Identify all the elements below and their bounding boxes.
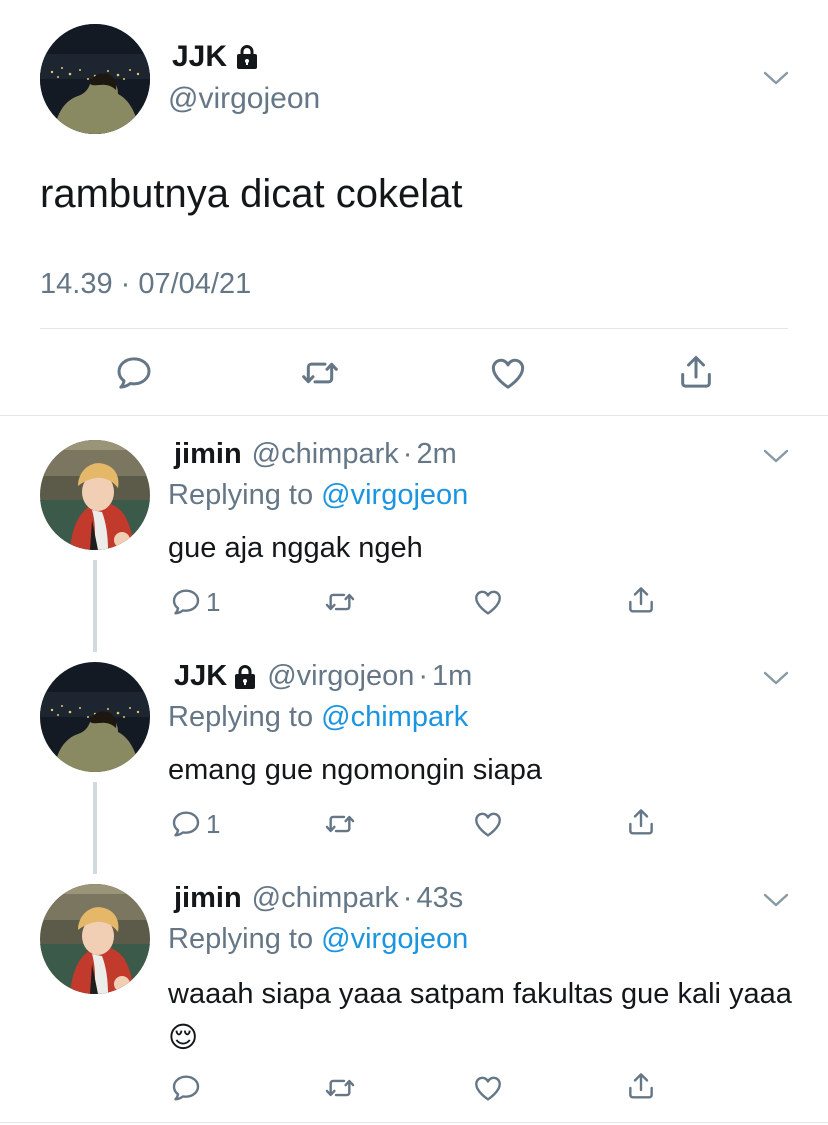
reply-button[interactable] xyxy=(170,1072,202,1104)
share-button[interactable] xyxy=(625,806,657,838)
thread-line xyxy=(93,560,97,652)
share-icon xyxy=(625,806,657,838)
retweet-button[interactable] xyxy=(300,353,340,393)
separator-dot: · xyxy=(418,660,428,692)
avatar[interactable] xyxy=(40,662,150,772)
author-name-text: JJK xyxy=(172,40,228,73)
author-name-text: JJK xyxy=(174,660,228,692)
reply-count: 1 xyxy=(206,808,221,839)
like-icon xyxy=(472,808,504,840)
lock-icon xyxy=(233,664,257,690)
replying-to-link[interactable]: @virgojeon xyxy=(321,923,468,955)
share-icon xyxy=(625,584,657,616)
like-button[interactable] xyxy=(472,808,504,840)
author-name[interactable]: jimin xyxy=(174,882,242,915)
chevron-down-icon[interactable] xyxy=(762,446,790,466)
replying-to-prefix: Replying to xyxy=(168,923,314,955)
author-handle[interactable]: @virgojeon xyxy=(267,660,414,693)
avatar-image xyxy=(40,662,150,772)
author-handle[interactable]: @virgojeon xyxy=(168,82,320,116)
tweet-timestamp[interactable]: 14.39 · 07/04/21 xyxy=(40,268,251,301)
tweet-text: rambutnya dicat cokelat xyxy=(40,172,463,216)
reply-button[interactable]: 1 xyxy=(170,586,220,618)
share-icon xyxy=(625,1070,657,1102)
author-handle[interactable]: @chimpark xyxy=(252,882,399,915)
author-handle[interactable]: @chimpark xyxy=(252,438,399,471)
reply-button[interactable]: 1 xyxy=(170,808,220,840)
thread-line xyxy=(93,782,97,874)
retweet-icon xyxy=(324,586,356,618)
share-icon xyxy=(676,352,716,392)
reply-header: jimin @chimpark · 43s xyxy=(174,882,463,915)
reply-text: waaah siapa yaaa satpam fakultas gue kal… xyxy=(168,972,798,1060)
share-button[interactable] xyxy=(625,584,657,616)
divider xyxy=(0,1122,828,1123)
avatar[interactable] xyxy=(40,884,150,994)
like-icon xyxy=(488,353,528,393)
avatar-image xyxy=(40,24,150,134)
reply-text: emang gue ngomongin siapa xyxy=(168,754,543,786)
reply-icon xyxy=(170,808,202,840)
like-button[interactable] xyxy=(488,353,528,393)
like-button[interactable] xyxy=(472,586,504,618)
chevron-down-icon[interactable] xyxy=(762,68,790,88)
separator-dot: · xyxy=(402,882,413,914)
replying-to: Replying to @virgojeon xyxy=(168,923,468,956)
like-icon xyxy=(472,1072,504,1104)
like-button[interactable] xyxy=(472,1072,504,1104)
reply-time[interactable]: 2m xyxy=(416,438,456,471)
retweet-button[interactable] xyxy=(324,1072,356,1104)
reply-time[interactable]: 43s xyxy=(416,882,463,915)
chevron-down-icon[interactable] xyxy=(762,668,790,688)
share-button[interactable] xyxy=(625,1070,657,1102)
avatar-image xyxy=(40,440,150,550)
reply-icon xyxy=(114,353,154,393)
reply-count: 1 xyxy=(206,586,221,617)
lock-icon xyxy=(235,44,259,70)
like-icon xyxy=(472,586,504,618)
separator-dot: · xyxy=(402,438,413,470)
avatar-image xyxy=(40,884,150,994)
avatar[interactable] xyxy=(40,24,150,134)
divider xyxy=(0,415,828,416)
reply-time[interactable]: 1m xyxy=(432,660,472,693)
reply-icon xyxy=(170,1072,202,1104)
reply-header: jimin @chimpark · 2m xyxy=(174,438,457,471)
share-button[interactable] xyxy=(676,352,716,392)
retweet-icon xyxy=(324,1072,356,1104)
replying-to-prefix: Replying to xyxy=(168,479,314,511)
replying-to: Replying to @virgojeon xyxy=(168,479,468,512)
divider xyxy=(40,328,788,329)
retweet-icon xyxy=(324,808,356,840)
avatar[interactable] xyxy=(40,440,150,550)
chevron-down-icon[interactable] xyxy=(762,890,790,910)
author-name[interactable]: JJK xyxy=(174,660,257,693)
reply-header: JJK @virgojeon · 1m xyxy=(174,660,472,693)
author-name[interactable]: JJK xyxy=(172,40,259,74)
replying-to-prefix: Replying to xyxy=(168,701,314,733)
replying-to-link[interactable]: @chimpark xyxy=(321,701,468,733)
author-name[interactable]: jimin xyxy=(174,438,242,471)
reply-button[interactable] xyxy=(114,353,154,393)
reply-text-body: waaah siapa yaaa satpam fakultas gue kal… xyxy=(168,978,792,1010)
retweet-icon xyxy=(300,353,340,393)
reply-text: gue aja nggak ngeh xyxy=(168,532,423,564)
reply-icon xyxy=(170,586,202,618)
retweet-button[interactable] xyxy=(324,808,356,840)
replying-to: Replying to @chimpark xyxy=(168,701,468,734)
replying-to-link[interactable]: @virgojeon xyxy=(321,479,468,511)
retweet-button[interactable] xyxy=(324,586,356,618)
relieved-face-emoji: 😌 xyxy=(168,1022,199,1054)
